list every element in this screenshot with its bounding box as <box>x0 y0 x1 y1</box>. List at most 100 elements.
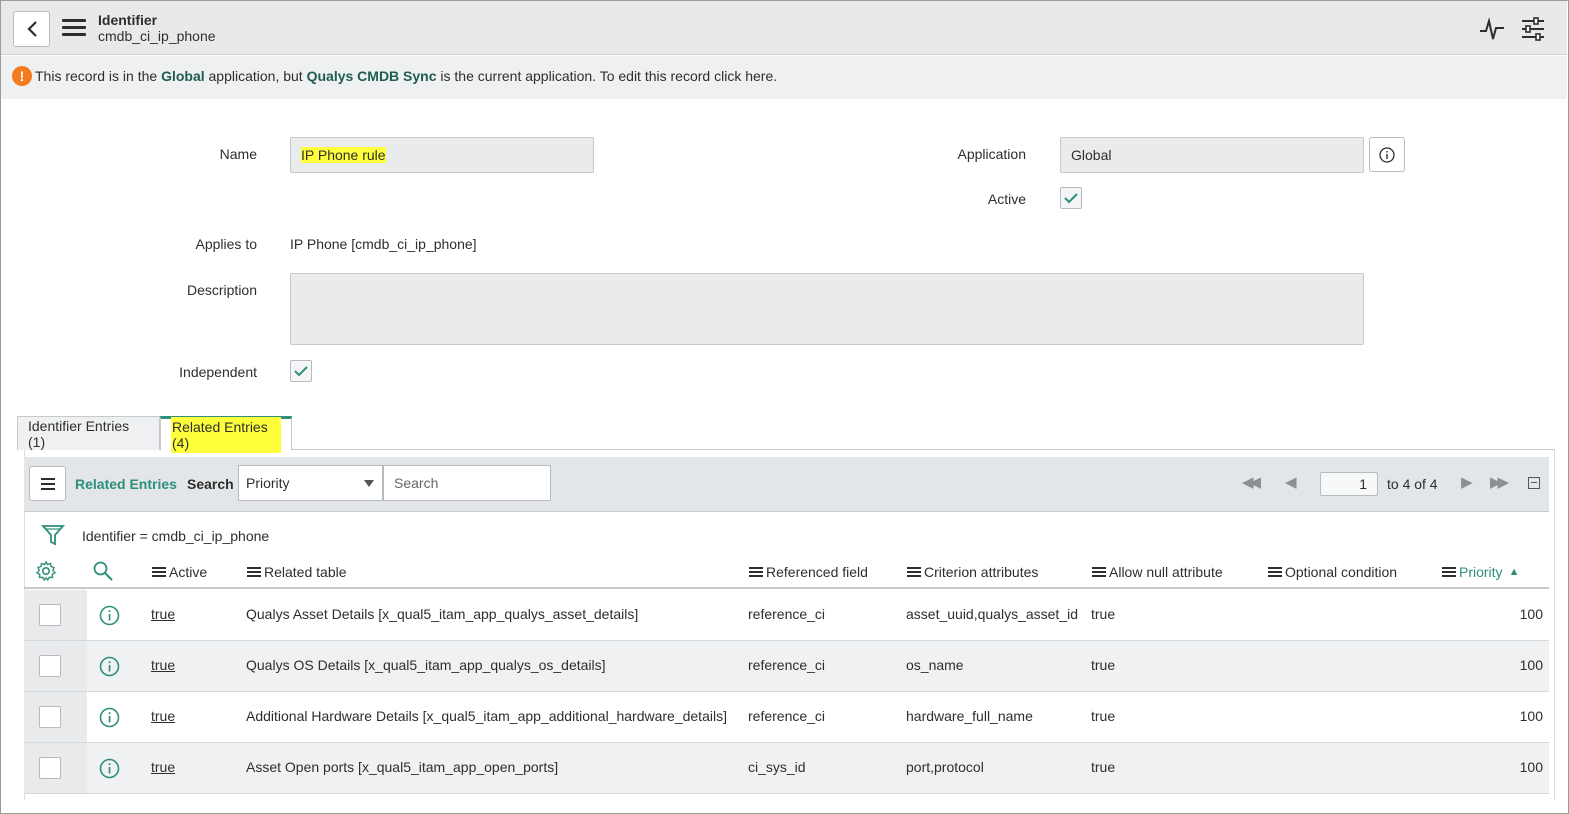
last-page-icon[interactable]: ▶▶ <box>1490 474 1509 492</box>
cell-criterion-attributes: os_name <box>906 657 964 673</box>
column-menu-icon <box>1268 565 1282 579</box>
form-header: Identifier cmdb_ci_ip_phone <box>1 1 1567 55</box>
application-scope-notice: ! This record is in the Global applicati… <box>1 56 1567 99</box>
record-info-icon[interactable] <box>99 758 120 779</box>
filter-condition[interactable]: Identifier = cmdb_ci_ip_phone <box>82 528 269 544</box>
name-field[interactable]: IP Phone rule <box>290 137 594 173</box>
filter-breadcrumb: Identifier = cmdb_ci_ip_phone <box>24 518 1549 554</box>
applies-to-label: Applies to <box>195 236 257 252</box>
independent-label: Independent <box>179 364 257 380</box>
cell-referenced-field: reference_ci <box>748 657 826 673</box>
cell-referenced-field: ci_sys_id <box>748 759 806 775</box>
description-label: Description <box>186 282 257 298</box>
cell-priority: 100 <box>1519 708 1543 724</box>
settings-sliders-icon[interactable] <box>1519 15 1547 43</box>
column-menu-icon <box>907 565 921 579</box>
list-toolbar: Related Entries Search Priority Search ◀… <box>24 457 1549 512</box>
applies-to-value: IP Phone [cmdb_ci_ip_phone] <box>290 236 477 252</box>
column-menu-icon <box>1092 565 1106 579</box>
row-checkbox[interactable] <box>39 604 61 626</box>
info-icon <box>1379 146 1395 163</box>
column-priority[interactable]: Priority ▲ <box>1442 564 1519 580</box>
search-input[interactable]: Search <box>383 465 551 501</box>
row-select-cell <box>24 692 87 742</box>
cell-priority: 100 <box>1519 606 1543 622</box>
active-label: Active <box>987 191 1026 207</box>
cell-criterion-attributes: asset_uuid,qualys_asset_id <box>906 606 1079 622</box>
search-field-select[interactable]: Priority <box>238 465 383 501</box>
cell-priority: 100 <box>1519 657 1543 673</box>
column-related-table[interactable]: Related table <box>247 564 347 580</box>
form-menu-icon[interactable] <box>62 19 86 37</box>
cell-related-table: Additional Hardware Details [x_qual5_ita… <box>246 708 727 724</box>
search-label: Search <box>187 476 234 492</box>
row-checkbox[interactable] <box>39 655 61 677</box>
previous-page-icon[interactable]: ◀ <box>1285 474 1296 492</box>
record-info-icon[interactable] <box>99 707 120 728</box>
table-row: true Asset Open ports [x_qual5_itam_app_… <box>24 743 1549 794</box>
notice-text: This record is in the Global application… <box>35 68 778 84</box>
name-label: Name <box>219 146 257 162</box>
sort-ascending-icon: ▲ <box>1508 566 1520 578</box>
cell-criterion-attributes: port,protocol <box>906 759 984 775</box>
next-page-icon[interactable]: ▶ <box>1461 474 1472 492</box>
row-select-cell <box>24 590 87 640</box>
cell-active-link[interactable]: true <box>151 708 175 724</box>
activity-icon[interactable] <box>1478 15 1506 43</box>
tab-related-entries[interactable]: Related Entries (4) <box>160 416 292 453</box>
record-info-icon[interactable] <box>99 605 120 626</box>
filter-icon[interactable] <box>41 523 65 547</box>
table-row: true Additional Hardware Details [x_qual… <box>24 692 1549 743</box>
application-info-button[interactable] <box>1369 137 1405 172</box>
cell-allow-null: true <box>1091 657 1116 673</box>
cell-allow-null: true <box>1091 759 1116 775</box>
name-value: IP Phone rule <box>301 147 386 163</box>
checkmark-icon <box>1064 193 1078 204</box>
tab-identifier-entries[interactable]: Identifier Entries (1) <box>17 416 160 450</box>
cell-referenced-field: reference_ci <box>748 606 826 622</box>
application-field[interactable]: Global <box>1060 137 1364 173</box>
hamburger-icon <box>40 477 55 490</box>
first-page-icon[interactable]: ◀◀ <box>1242 474 1261 492</box>
cell-active-link[interactable]: true <box>151 657 175 673</box>
row-select-cell <box>24 743 87 793</box>
row-checkbox[interactable] <box>39 706 61 728</box>
cell-related-table: Asset Open ports [x_qual5_itam_app_open_… <box>246 759 559 775</box>
page-range-text: to 4 of 4 <box>1387 476 1438 492</box>
cell-related-table: Qualys Asset Details [x_qual5_itam_app_q… <box>246 606 639 622</box>
column-menu-icon <box>152 565 166 579</box>
cell-priority: 100 <box>1519 759 1543 775</box>
cell-criterion-attributes: hardware_full_name <box>906 708 1033 724</box>
active-checkbox[interactable] <box>1060 187 1082 209</box>
independent-checkbox[interactable] <box>290 360 312 382</box>
row-select-cell <box>24 641 87 691</box>
page-number-input[interactable]: 1 <box>1320 472 1378 496</box>
row-checkbox[interactable] <box>39 757 61 779</box>
notice-app-qualys: Qualys CMDB Sync <box>306 68 437 84</box>
cell-related-table: Qualys OS Details [x_qual5_itam_app_qual… <box>246 657 606 673</box>
header-title: Identifier <box>98 12 158 28</box>
column-optional-condition[interactable]: Optional condition <box>1268 564 1397 580</box>
column-referenced-field[interactable]: Referenced field <box>749 564 868 580</box>
warning-icon: ! <box>12 66 32 86</box>
column-active[interactable]: Active <box>152 564 207 580</box>
gear-icon[interactable] <box>35 560 57 582</box>
click-here-link[interactable]: click here. <box>714 68 777 84</box>
application-label: Application <box>957 146 1027 162</box>
column-allow-null-attribute[interactable]: Allow null attribute <box>1092 564 1223 580</box>
back-button[interactable] <box>13 11 50 47</box>
cell-active-link[interactable]: true <box>151 606 175 622</box>
checkmark-icon <box>294 366 308 377</box>
record-info-icon[interactable] <box>99 656 120 677</box>
cell-allow-null: true <box>1091 708 1116 724</box>
list-title[interactable]: Related Entries <box>75 476 177 492</box>
column-menu-icon <box>749 565 763 579</box>
cell-active-link[interactable]: true <box>151 759 175 775</box>
dropdown-arrow-icon <box>364 480 374 487</box>
search-icon[interactable] <box>92 560 114 582</box>
notice-app-global: Global <box>161 68 205 84</box>
description-field[interactable] <box>290 273 1364 345</box>
column-criterion-attributes[interactable]: Criterion attributes <box>907 564 1038 580</box>
collapse-icon[interactable] <box>1528 477 1540 489</box>
list-menu-button[interactable] <box>29 466 66 501</box>
